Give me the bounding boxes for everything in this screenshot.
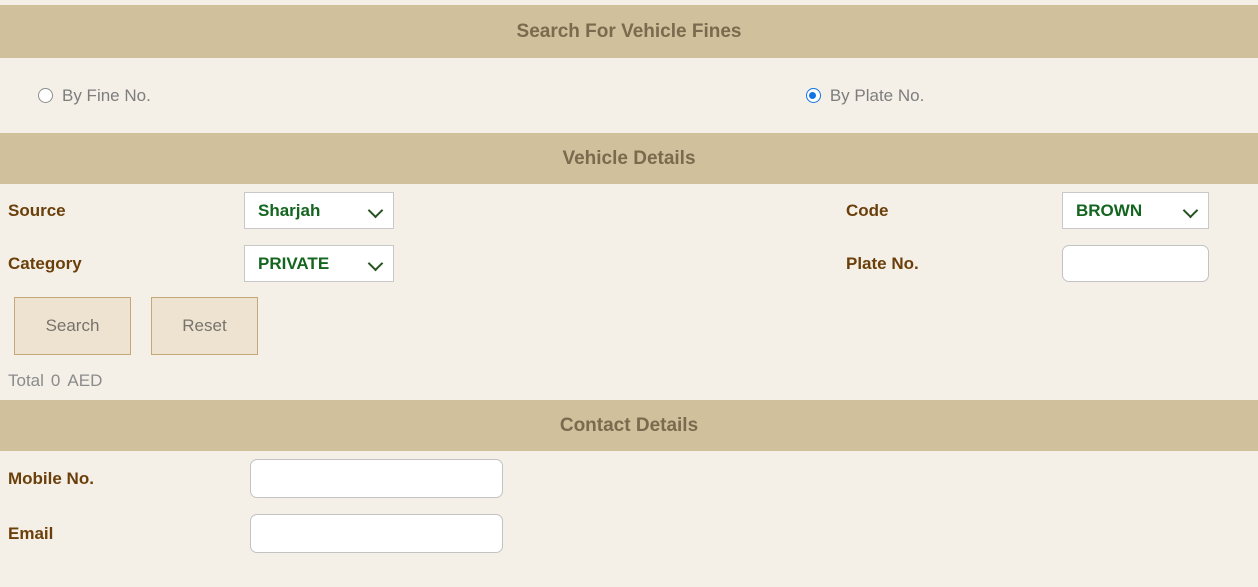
action-buttons: Search Reset bbox=[0, 290, 1258, 362]
field-code: Code BROWN bbox=[846, 192, 1209, 229]
vehicle-details-form: Source Sharjah Code BROWN Category PRIVA… bbox=[0, 184, 1258, 400]
total-amount: 0 bbox=[50, 371, 61, 390]
radio-by-plate-no-icon[interactable] bbox=[805, 88, 821, 103]
search-button[interactable]: Search bbox=[14, 297, 131, 355]
radio-option-by-plate-no[interactable]: By Plate No. bbox=[805, 85, 925, 106]
source-label: Source bbox=[8, 200, 66, 220]
category-select-value: PRIVATE bbox=[258, 253, 330, 273]
chevron-down-icon bbox=[1182, 202, 1199, 218]
form-row-mobile-no: Mobile No. bbox=[0, 451, 1258, 506]
contact-section-header: Contact Details bbox=[0, 400, 1258, 451]
chevron-down-icon bbox=[367, 202, 384, 218]
source-select-value: Sharjah bbox=[258, 200, 321, 220]
search-mode-radio-group: By Fine No. By Plate No. bbox=[0, 58, 1258, 133]
category-label: Category bbox=[8, 253, 82, 273]
radio-by-fine-no-label: By Fine No. bbox=[62, 85, 151, 105]
radio-by-fine-no-icon[interactable] bbox=[38, 88, 53, 103]
field-source: Source Sharjah bbox=[0, 192, 394, 229]
vehicle-section-title: Vehicle Details bbox=[562, 147, 696, 169]
contact-section-title: Contact Details bbox=[559, 414, 699, 436]
mobile-no-input[interactable] bbox=[250, 459, 503, 498]
radio-by-plate-no-label: By Plate No. bbox=[829, 85, 925, 105]
plate-no-label: Plate No. bbox=[846, 253, 919, 273]
form-row-source-code: Source Sharjah Code BROWN bbox=[0, 184, 1258, 237]
form-row-email: Email bbox=[0, 506, 1258, 561]
mobile-no-label: Mobile No. bbox=[8, 468, 94, 488]
source-select[interactable]: Sharjah bbox=[244, 192, 394, 229]
total-label: Total bbox=[8, 371, 44, 390]
total-row: Total 0 AED bbox=[0, 362, 1258, 400]
field-category: Category PRIVATE bbox=[0, 245, 394, 282]
chevron-down-icon bbox=[367, 255, 384, 271]
plate-no-input[interactable] bbox=[1062, 245, 1209, 282]
search-section-title: Search For Vehicle Fines bbox=[516, 20, 742, 42]
search-section-header: Search For Vehicle Fines bbox=[0, 5, 1258, 58]
category-select[interactable]: PRIVATE bbox=[244, 245, 394, 282]
field-plate-no: Plate No. bbox=[846, 245, 1209, 282]
vehicle-fines-page: Search For Vehicle Fines By Fine No. By … bbox=[0, 5, 1258, 587]
reset-button[interactable]: Reset bbox=[151, 297, 258, 355]
total-currency: AED bbox=[67, 371, 103, 390]
code-label: Code bbox=[846, 200, 889, 220]
radio-option-by-fine-no[interactable]: By Fine No. bbox=[38, 86, 151, 106]
vehicle-section-header: Vehicle Details bbox=[0, 133, 1258, 184]
code-select[interactable]: BROWN bbox=[1062, 192, 1209, 229]
form-row-category-plate: Category PRIVATE Plate No. bbox=[0, 237, 1258, 290]
contact-details-form: Mobile No. Email bbox=[0, 451, 1258, 561]
email-input[interactable] bbox=[250, 514, 503, 553]
email-label: Email bbox=[8, 523, 54, 543]
code-select-value: BROWN bbox=[1076, 200, 1143, 220]
